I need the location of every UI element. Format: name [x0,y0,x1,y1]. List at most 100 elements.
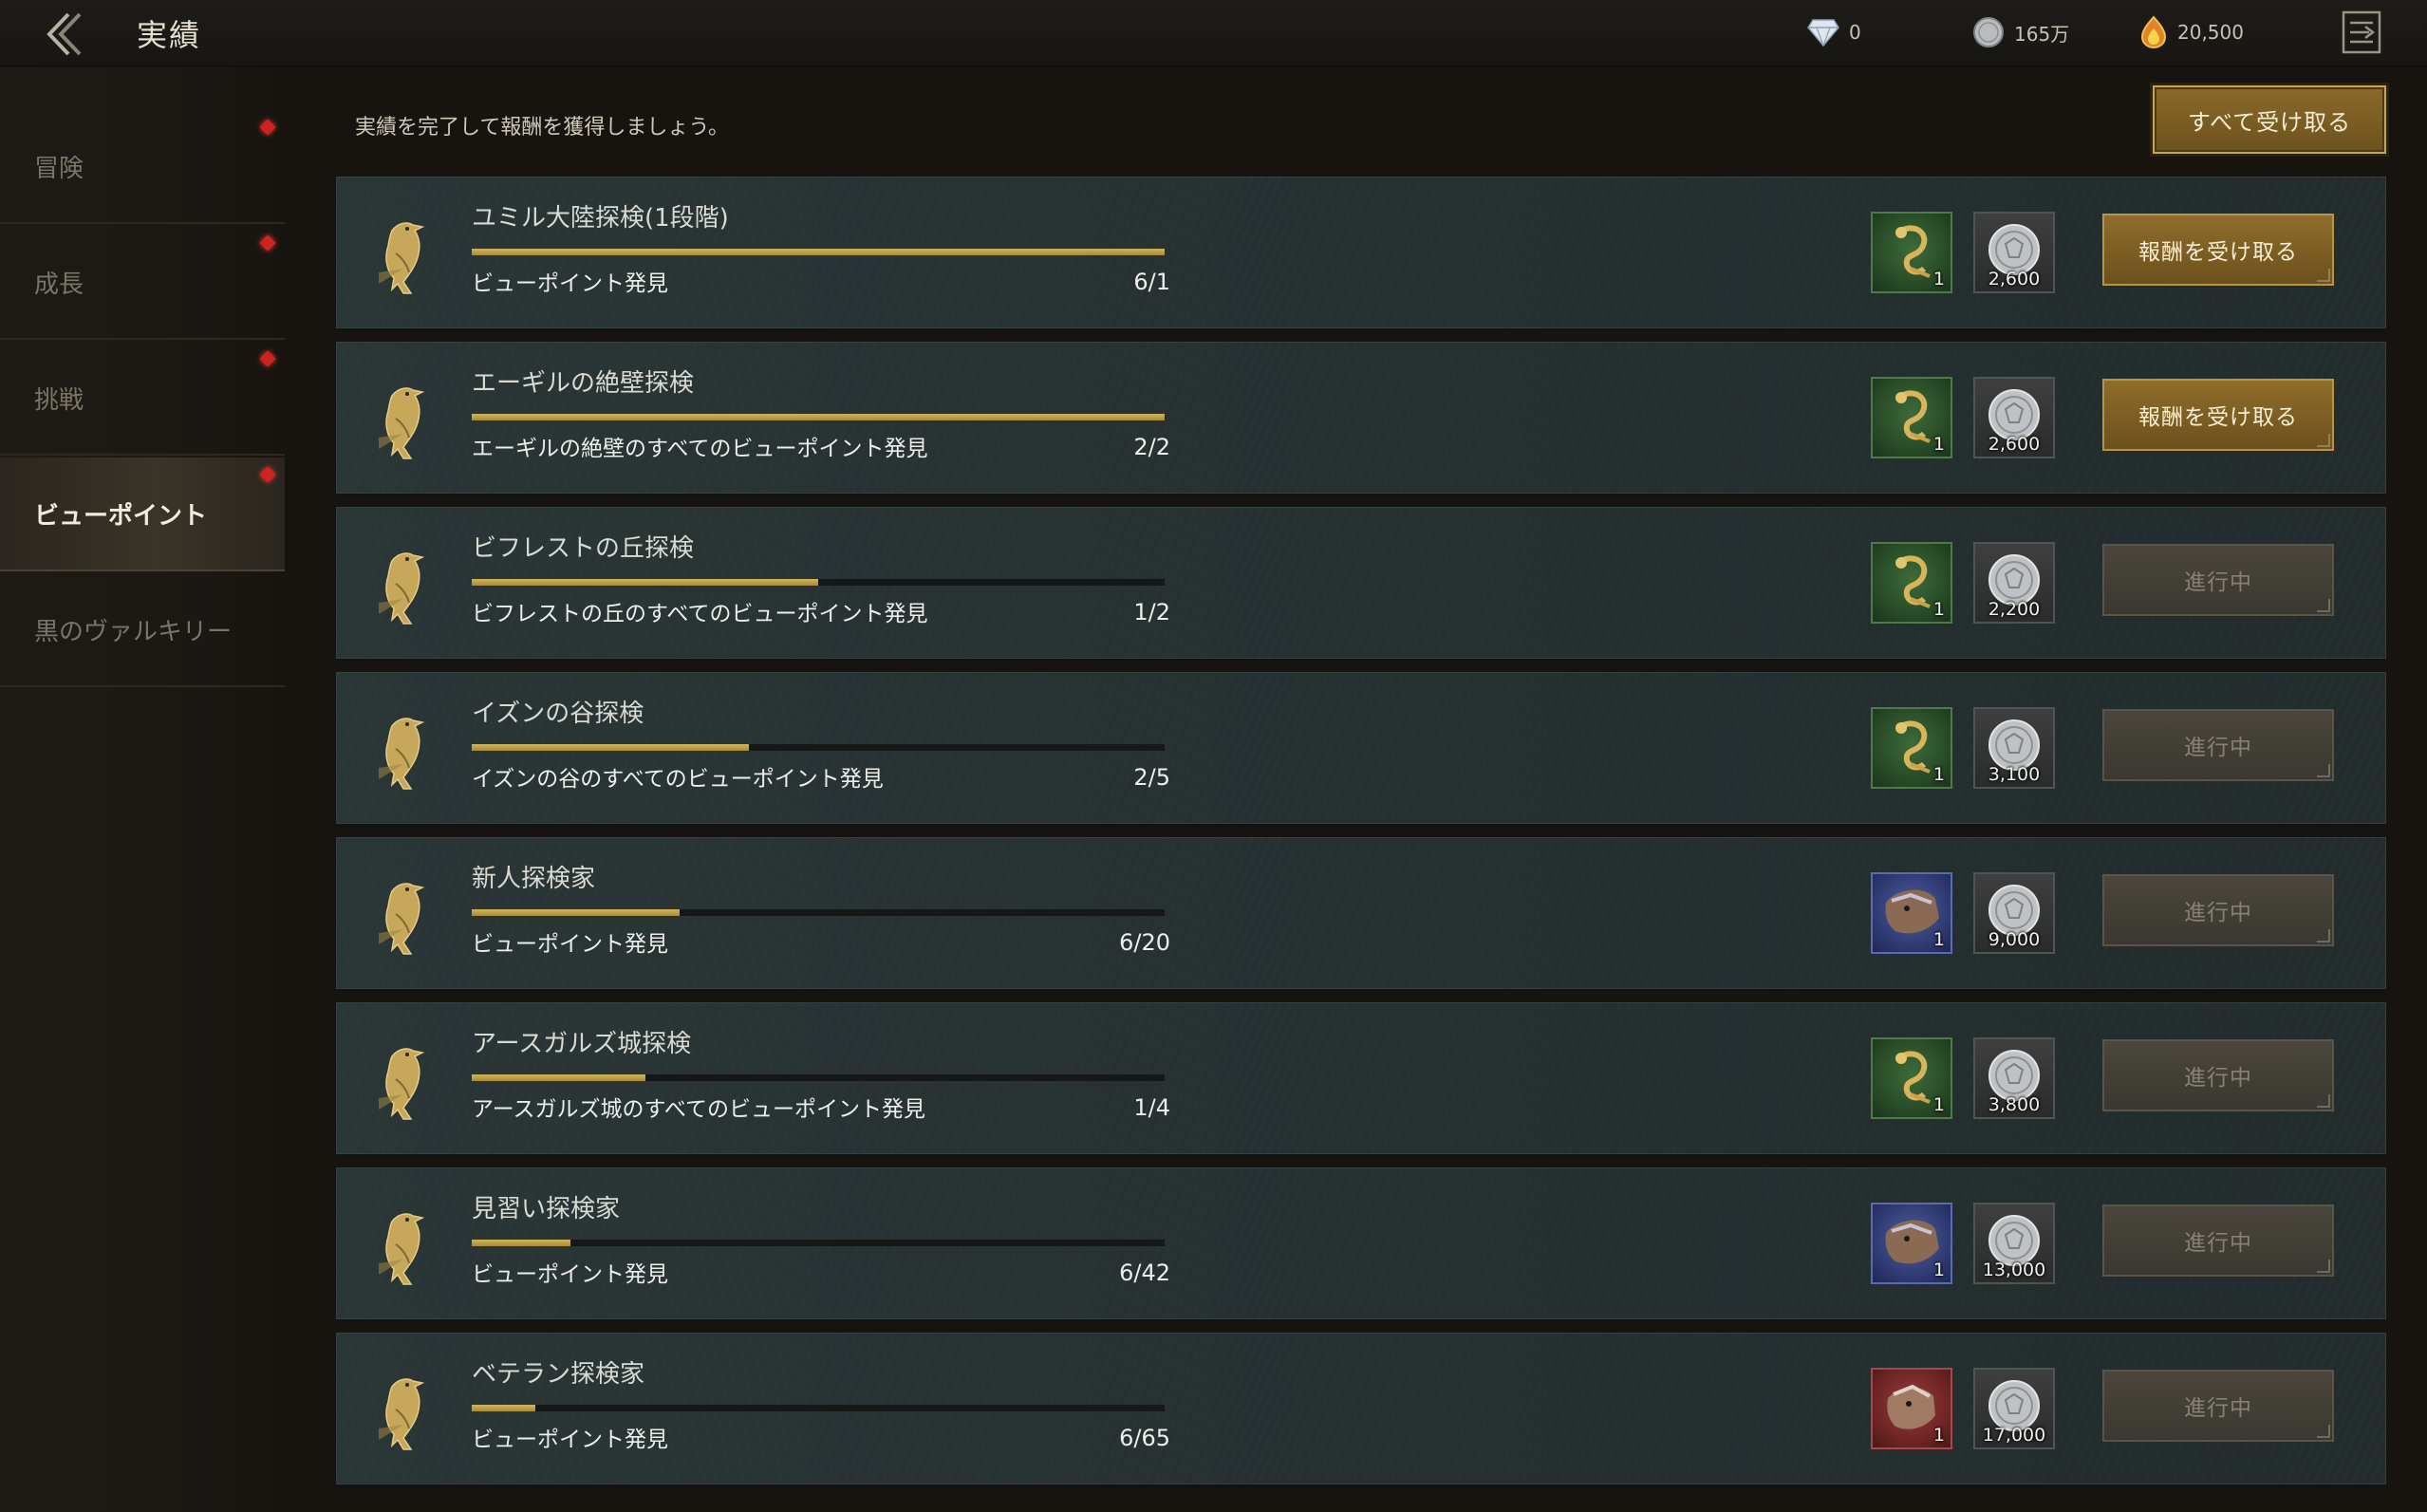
sidebar-item-viewpoint[interactable]: ビューポイント [0,457,285,571]
achievement-action-label: 進行中 [2184,901,2252,925]
reward-silver-quantity: 3,100 [1988,764,2041,785]
corner-mark [2317,434,2330,447]
achievement-progress-count: 1/4 [1133,1094,1170,1121]
progress-bar-fill [472,579,818,586]
progress-bar-fill [472,909,680,916]
in-progress-button: 進行中 [2102,709,2334,781]
progress-bar [472,579,1165,586]
reward-item-slot[interactable]: 1 [1871,1368,1952,1449]
diamond-count: 0 [1849,21,1861,44]
claim-all-button[interactable]: すべて受け取る [2153,85,2386,154]
corner-mark [2317,764,2330,777]
category-sidebar: 冒険 成長 挑戦 ビューポイント 黒のヴァルキリー [0,66,285,1512]
achievement-title: ビフレストの丘探検 [472,534,695,563]
achievement-card-6: アースガルズ城探検 アースガルズ城のすべてのビューポイント発見 1/4 1 3,… [336,1002,2386,1154]
progress-bar-fill [472,744,749,751]
corner-mark [2317,1425,2330,1438]
progress-bar-fill [472,249,1165,255]
sidebar-item-adventure[interactable]: 冒険 [0,110,285,224]
corner-mark [2317,929,2330,943]
reward-item-quantity: 1 [1932,1094,1945,1115]
achievement-title: ベテラン探検家 [472,1360,645,1389]
sidebar-item-label: 黒のヴァルキリー [34,617,233,646]
reward-silver-quantity: 2,200 [1988,599,2041,620]
sidebar-item-growth[interactable]: 成長 [0,226,285,340]
sidebar-item-label: 挑戦 [34,385,84,415]
corner-mark [2317,1260,2330,1273]
reward-item-slot[interactable]: 1 [1871,1037,1952,1119]
reward-item-slot[interactable]: 1 [1871,707,1952,789]
claim-reward-button[interactable]: 報酬を受け取る [2102,214,2334,286]
in-progress-button: 進行中 [2102,1039,2334,1111]
reward-silver-slot[interactable]: 2,600 [1973,212,2055,293]
achievement-card-8: ベテラン探検家 ビューポイント発見 6/65 1 17,000 進行中 [336,1333,2386,1484]
achievement-progress-count: 2/5 [1133,764,1170,791]
raven-icon [375,546,443,627]
menu-icon [2342,10,2381,54]
sidebar-item-label: 冒険 [34,154,84,183]
reward-silver-quantity: 9,000 [1988,929,2041,950]
achievement-progress-count: 6/1 [1133,269,1170,295]
reward-item-slot[interactable]: 1 [1871,542,1952,624]
achievement-card-4: イズンの谷探検 イズンの谷のすべてのビューポイント発見 2/5 1 3,100 … [336,672,2386,824]
raven-icon [375,381,443,462]
back-button[interactable] [34,6,91,63]
flame-gem-count: 20,500 [2177,21,2244,44]
achievement-action-label: 進行中 [2184,570,2252,595]
reward-silver-slot[interactable]: 13,000 [1973,1203,2055,1284]
progress-bar-fill [472,1074,645,1081]
reward-silver-slot[interactable]: 9,000 [1973,872,2055,954]
achievement-title: アースガルズ城探検 [472,1030,692,1058]
alert-dot-icon [259,466,276,483]
alert-dot-icon [259,234,276,252]
progress-bar [472,1074,1165,1081]
reward-item-quantity: 1 [1932,929,1945,950]
in-progress-button: 進行中 [2102,544,2334,616]
reward-silver-slot[interactable]: 3,100 [1973,707,2055,789]
reward-silver-slot[interactable]: 3,800 [1973,1037,2055,1119]
progress-bar [472,1240,1165,1246]
raven-icon [375,1372,443,1453]
reward-item-slot[interactable]: 1 [1871,1203,1952,1284]
progress-bar-fill [472,1240,571,1246]
achievement-action-label: 進行中 [2184,1231,2252,1256]
achievement-description: ビューポイント発見 [472,1428,668,1452]
reward-item-quantity: 1 [1932,599,1945,620]
achievement-action-label: 進行中 [2184,1396,2252,1421]
achievement-card-1: ユミル大陸探検(1段階) ビューポイント発見 6/1 1 2,600 報酬を受け… [336,177,2386,328]
sidebar-item-black-valkyrie[interactable]: 黒のヴァルキリー [0,573,285,687]
reward-item-slot[interactable]: 1 [1871,872,1952,954]
reward-item-slot[interactable]: 1 [1871,377,1952,458]
raven-icon [375,215,443,297]
sidebar-item-label: 成長 [34,270,84,299]
achievement-description: エーギルの絶壁のすべてのビューポイント発見 [472,437,928,461]
achievement-progress-count: 2/2 [1133,434,1170,460]
in-progress-button: 進行中 [2102,1204,2334,1277]
achievement-card-3: ビフレストの丘探検 ビフレストの丘のすべてのビューポイント発見 1/2 1 2,… [336,507,2386,659]
silver-coin-icon [1973,17,2004,47]
raven-icon [375,1206,443,1288]
chevron-left-icon [47,12,82,56]
reward-item-slot[interactable]: 1 [1871,212,1952,293]
page-title: 実績 [137,17,202,53]
claim-reward-button[interactable]: 報酬を受け取る [2102,379,2334,451]
achievement-title: エーギルの絶壁探検 [472,369,695,398]
progress-bar [472,249,1165,255]
achievement-action-label: 報酬を受け取る [2138,405,2298,430]
achievement-title: 新人探検家 [472,865,596,893]
reward-silver-slot[interactable]: 17,000 [1973,1368,2055,1449]
reward-silver-quantity: 2,600 [1988,269,2041,289]
achievement-description: アースガルズ城のすべてのビューポイント発見 [472,1097,925,1122]
reward-item-quantity: 1 [1932,764,1945,785]
achievement-progress-count: 1/2 [1133,599,1170,625]
progress-bar-fill [472,414,1165,420]
sidebar-item-challenge[interactable]: 挑戦 [0,342,285,456]
in-progress-button: 進行中 [2102,874,2334,946]
progress-bar [472,414,1165,420]
top-bar: 実績 0 165万 20,500 [0,0,2427,66]
silver-count: 165万 [2014,22,2070,46]
reward-silver-slot[interactable]: 2,600 [1973,377,2055,458]
reward-silver-slot[interactable]: 2,200 [1973,542,2055,624]
alert-dot-icon [259,350,276,367]
menu-button[interactable] [2335,6,2388,59]
